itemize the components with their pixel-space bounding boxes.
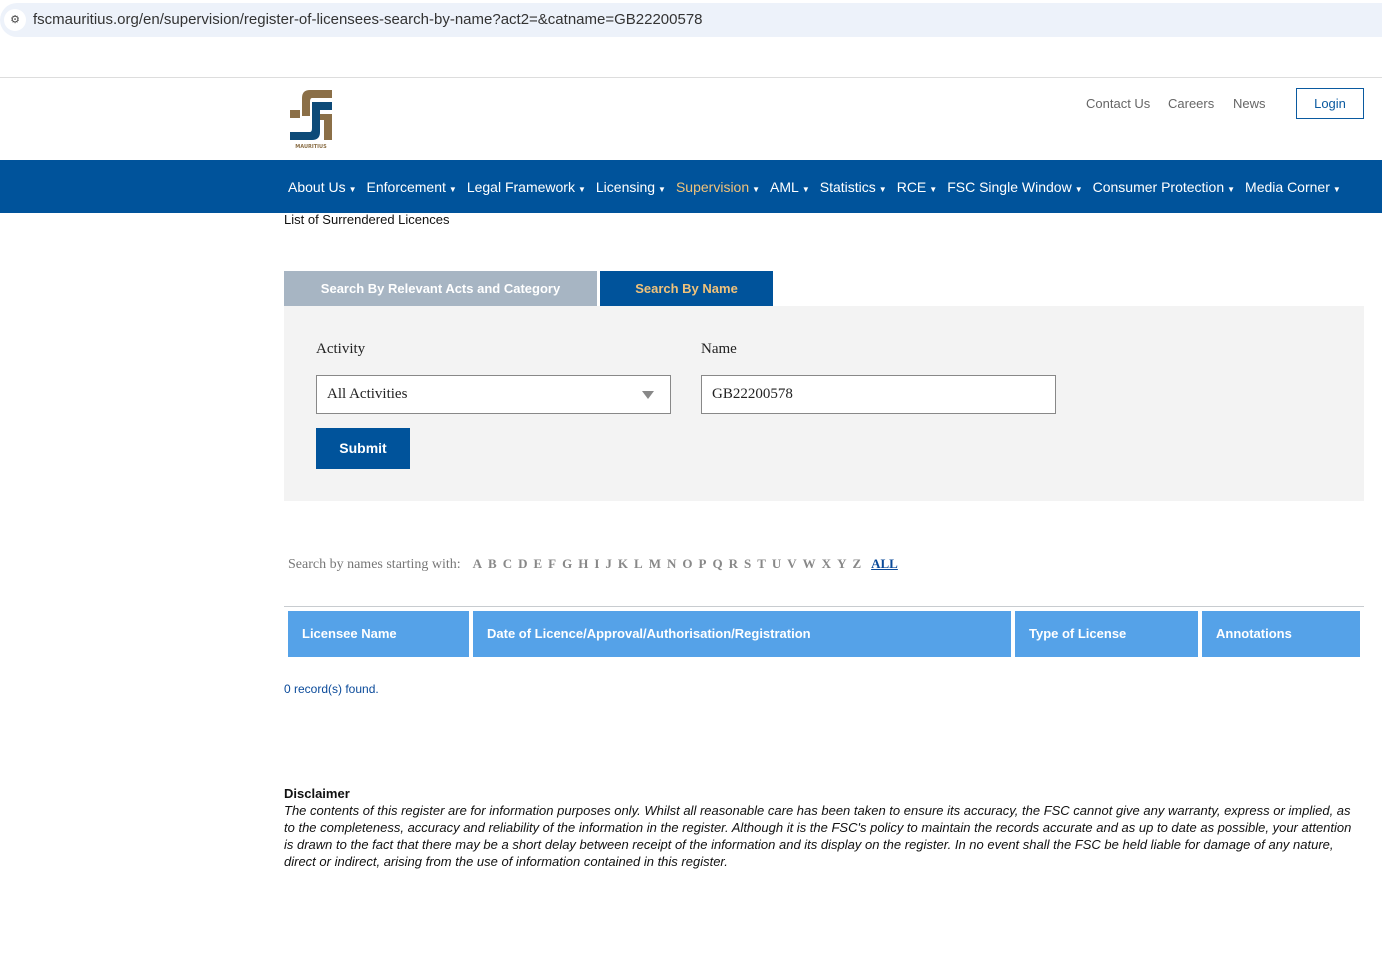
letter-all-link[interactable]: ALL (871, 556, 898, 572)
fsc-logo[interactable]: MAURITIUS (288, 88, 334, 150)
letter-link-z[interactable]: Z (852, 556, 861, 572)
letter-link-c[interactable]: C (503, 556, 512, 572)
header-type-of-license: Type of License (1015, 611, 1198, 657)
name-input-value: GB22200578 (712, 386, 793, 402)
letter-link-e[interactable]: E (533, 556, 542, 572)
letter-link-v[interactable]: V (787, 556, 796, 572)
alphabet-filter: Search by names starting with: ABCDEFGHI… (288, 556, 898, 573)
caret-down-icon: ▼ (929, 185, 938, 194)
caret-down-icon: ▼ (577, 185, 586, 194)
main-nav: About Us ▼ Enforcement ▼ Legal Framework ▼ … (0, 160, 1382, 213)
caret-down-icon: ▼ (878, 185, 887, 194)
svg-text:MAURITIUS: MAURITIUS (295, 144, 327, 150)
caret-down-icon: ▼ (448, 185, 457, 194)
disclaimer-title: Disclaimer (284, 786, 350, 801)
login-button[interactable]: Login (1296, 88, 1364, 119)
nav-about-us[interactable]: About Us ▼ (288, 179, 357, 195)
news-link[interactable]: News (1233, 96, 1266, 111)
disclaimer-text: The contents of this register are for in… (284, 803, 1352, 869)
letter-link-o[interactable]: O (682, 556, 692, 572)
divider (0, 77, 1382, 78)
letter-link-m[interactable]: M (649, 556, 661, 572)
letter-link-t[interactable]: T (757, 556, 766, 572)
caret-down-icon: ▼ (1074, 185, 1083, 194)
dropdown-arrow-icon (642, 391, 654, 399)
caret-down-icon: ▼ (1227, 185, 1236, 194)
letter-link-j[interactable]: J (605, 556, 612, 572)
nav-statistics[interactable]: Statistics ▼ (820, 179, 887, 195)
caret-down-icon: ▼ (752, 185, 761, 194)
name-input[interactable]: GB22200578 (701, 375, 1056, 414)
contact-us-link[interactable]: Contact Us (1086, 96, 1150, 111)
breadcrumb[interactable]: List of Surrendered Licences (284, 212, 449, 227)
nav-aml[interactable]: AML ▼ (770, 179, 810, 195)
nav-media-corner[interactable]: Media Corner ▼ (1245, 179, 1341, 195)
letter-link-s[interactable]: S (744, 556, 751, 572)
nav-licensing[interactable]: Licensing ▼ (596, 179, 666, 195)
caret-down-icon: ▼ (658, 185, 666, 194)
header-licensee-name: Licensee Name (288, 611, 469, 657)
letter-link-h[interactable]: H (578, 556, 588, 572)
letter-link-w[interactable]: W (803, 556, 816, 572)
nav-enforcement[interactable]: Enforcement ▼ (367, 179, 457, 195)
careers-link[interactable]: Careers (1168, 96, 1214, 111)
letter-link-n[interactable]: N (667, 556, 676, 572)
tab-search-by-acts[interactable]: Search By Relevant Acts and Category (284, 271, 597, 306)
records-count: 0 record(s) found. (284, 682, 379, 696)
letter-link-q[interactable]: Q (712, 556, 722, 572)
nav-rce[interactable]: RCE ▼ (897, 179, 937, 195)
divider (284, 606, 1364, 607)
caret-down-icon: ▼ (1332, 185, 1341, 194)
letter-link-b[interactable]: B (488, 556, 497, 572)
letter-link-x[interactable]: X (822, 556, 831, 572)
caret-down-icon: ▼ (801, 185, 810, 194)
letter-link-g[interactable]: G (562, 556, 572, 572)
header-date-of-licence: Date of Licence/Approval/Authorisation/R… (473, 611, 1011, 657)
nav-supervision[interactable]: Supervision ▼ (676, 179, 760, 195)
activity-label: Activity (316, 341, 366, 357)
letter-link-y[interactable]: Y (837, 556, 846, 572)
nav-fsc-single-window[interactable]: FSC Single Window ▼ (947, 179, 1082, 195)
letter-link-f[interactable]: F (548, 556, 556, 572)
letter-link-d[interactable]: D (518, 556, 527, 572)
letter-link-r[interactable]: R (729, 556, 738, 572)
disclaimer: Disclaimer The contents of this register… (284, 785, 1364, 870)
nav-legal-framework[interactable]: Legal Framework ▼ (467, 179, 586, 195)
alphabet-label: Search by names starting with: (288, 557, 461, 572)
site-settings-icon[interactable]: ⚙ (4, 9, 26, 31)
letter-link-p[interactable]: P (699, 556, 707, 572)
submit-button[interactable]: Submit (316, 428, 410, 469)
letter-link-u[interactable]: U (772, 556, 781, 572)
caret-down-icon: ▼ (348, 185, 357, 194)
header-annotations: Annotations (1202, 611, 1360, 657)
nav-consumer-protection[interactable]: Consumer Protection ▼ (1093, 179, 1235, 195)
address-bar[interactable]: ⚙ fscmauritius.org/en/supervision/regist… (0, 3, 1382, 37)
tab-search-by-name[interactable]: Search By Name (600, 271, 773, 306)
letter-link-l[interactable]: L (634, 556, 643, 572)
name-label: Name (701, 341, 737, 357)
url-text[interactable]: fscmauritius.org/en/supervision/register… (33, 11, 703, 28)
activity-select[interactable]: All Activities (316, 375, 671, 414)
letter-link-a[interactable]: A (473, 556, 482, 572)
activity-select-value: All Activities (327, 386, 408, 402)
letter-link-k[interactable]: K (618, 556, 628, 572)
letter-link-i[interactable]: I (594, 556, 599, 572)
